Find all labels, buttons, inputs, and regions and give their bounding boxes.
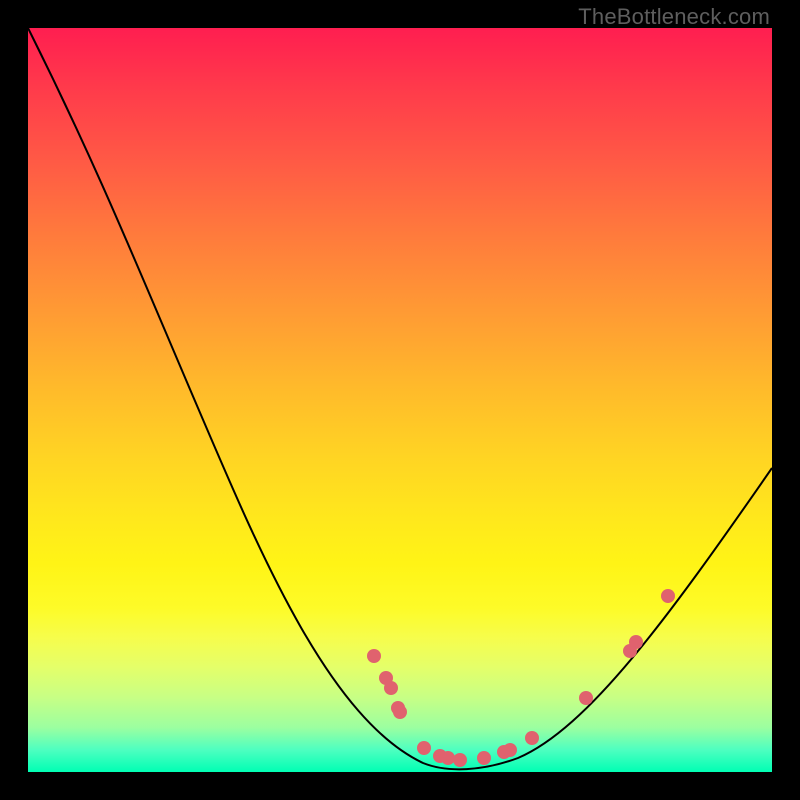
data-point [503,743,517,757]
chart-svg [28,28,772,772]
data-points [367,589,675,767]
data-point [367,649,381,663]
chart-plot-area [28,28,772,772]
watermark-text: TheBottleneck.com [578,4,770,30]
data-point [525,731,539,745]
data-point [629,635,643,649]
data-point [453,753,467,767]
data-point [477,751,491,765]
data-point [393,705,407,719]
data-point [417,741,431,755]
data-point [579,691,593,705]
data-point [384,681,398,695]
data-point [661,589,675,603]
data-point [441,751,455,765]
bottleneck-curve [28,28,772,769]
